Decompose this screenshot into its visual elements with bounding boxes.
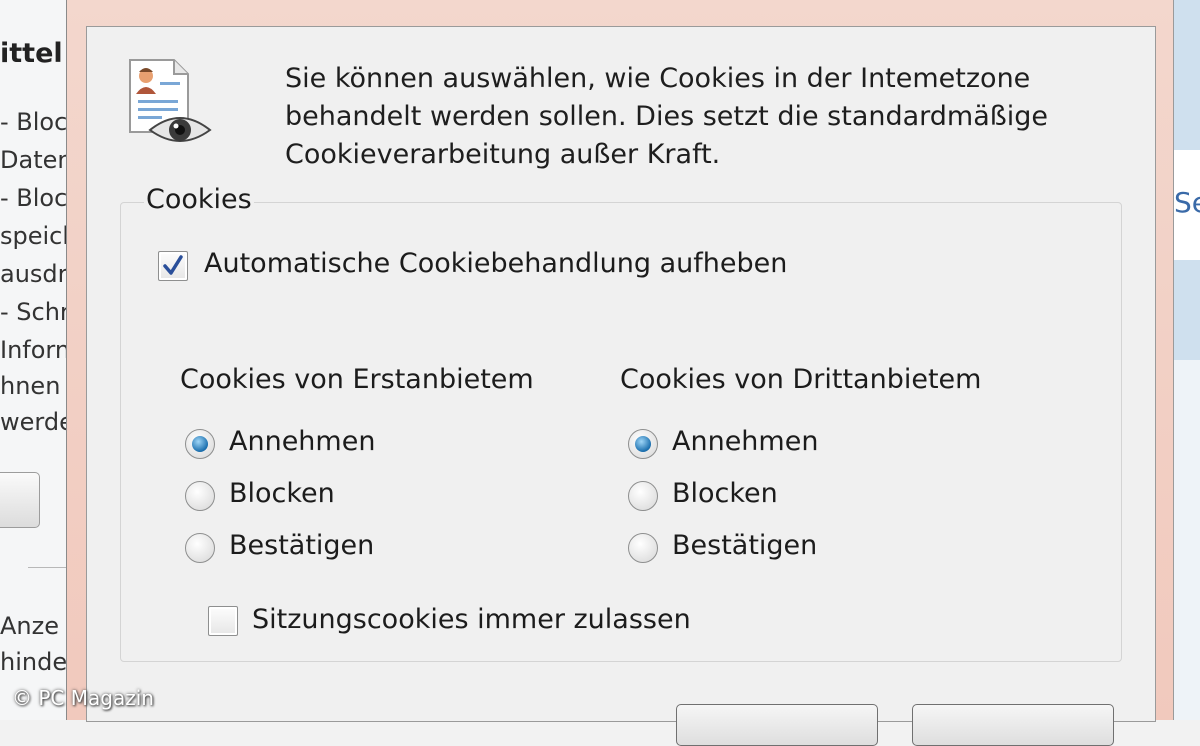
session-cookies-label[interactable]: Sitzungscookies immer zulassen	[252, 604, 691, 635]
first-party-accept-label[interactable]: Annehmen	[229, 426, 375, 457]
background-text-line: werde	[0, 408, 70, 436]
third-party-prompt-radio[interactable]	[628, 533, 658, 563]
first-party-block-label[interactable]: Blocken	[229, 478, 335, 509]
watermark: © PC Magazin	[12, 686, 154, 710]
third-party-heading: Cookies von Drittanbietem	[620, 364, 982, 395]
background-text-line: - Bloc	[0, 184, 68, 212]
document-privacy-eye-icon	[124, 58, 214, 150]
override-automatic-cookie-checkbox[interactable]	[158, 251, 188, 281]
first-party-prompt-label[interactable]: Bestätigen	[229, 530, 374, 561]
third-party-block-label[interactable]: Blocken	[672, 478, 778, 509]
third-party-accept-radio[interactable]	[628, 429, 658, 459]
background-text-line: Inforn	[0, 336, 70, 364]
ok-button[interactable]	[676, 704, 878, 746]
cookies-group-label: Cookies	[144, 184, 254, 215]
override-automatic-cookie-label[interactable]: Automatische Cookiebehandlung aufheben	[204, 248, 787, 279]
third-party-prompt-label[interactable]: Bestätigen	[672, 530, 817, 561]
background-text-line: ausdr	[0, 260, 68, 288]
background-button[interactable]	[0, 472, 40, 528]
background-title: ittel	[0, 38, 63, 69]
first-party-heading: Cookies von Erstanbietem	[180, 364, 534, 395]
first-party-prompt-radio[interactable]	[185, 533, 215, 563]
background-link-text: Se	[1174, 186, 1200, 219]
description-line: behandelt werden sollen. Dies setzt die …	[285, 101, 1049, 132]
background-text-line: hnen	[0, 372, 61, 400]
background-text-line: - Schr	[0, 298, 70, 326]
first-party-accept-radio[interactable]	[185, 429, 215, 459]
third-party-block-radio[interactable]	[628, 481, 658, 511]
dialog-description: Sie können auswählen, wie Cookies in der…	[285, 60, 1085, 174]
background-window-left: ittel - Bloc Daten - Bloc speich ausdr -…	[0, 0, 70, 720]
background-window-right: Se	[1172, 0, 1200, 720]
session-cookies-checkbox[interactable]	[208, 606, 238, 636]
checkmark-icon	[163, 255, 183, 275]
background-text-line: speich	[0, 222, 70, 250]
background-text-line: - Bloc	[0, 108, 68, 136]
background-text-line: Daten	[0, 146, 70, 174]
first-party-block-radio[interactable]	[185, 481, 215, 511]
background-panel	[1172, 360, 1200, 720]
third-party-accept-label[interactable]: Annehmen	[672, 426, 818, 457]
cancel-button[interactable]	[912, 704, 1114, 746]
description-line: Cookieverarbeitung außer Kraft.	[285, 139, 721, 170]
background-text-line: hinde	[0, 648, 68, 676]
background-divider	[28, 567, 70, 568]
background-text-line: Anze	[0, 612, 59, 640]
description-line: Sie können auswählen, wie Cookies in der…	[285, 63, 1031, 94]
